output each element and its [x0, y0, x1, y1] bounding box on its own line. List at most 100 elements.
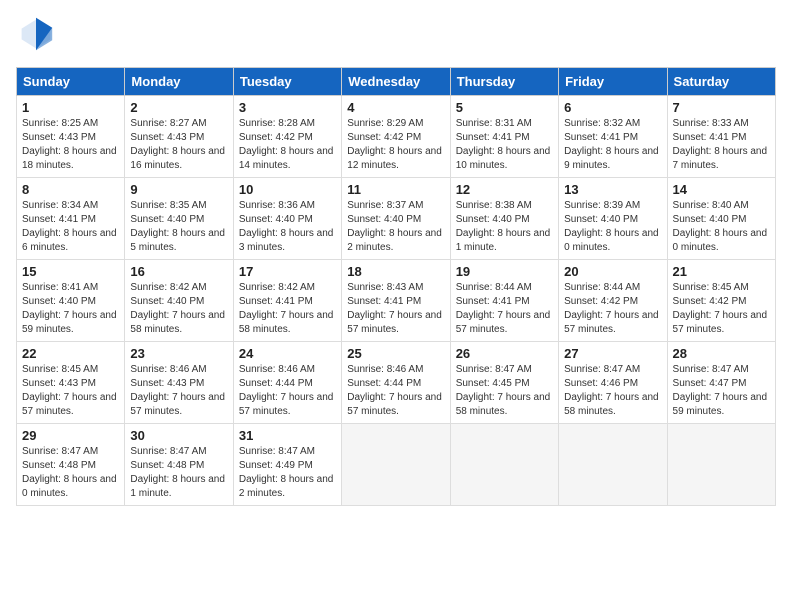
sunrise-label: Sunrise: 8:43 AM — [347, 282, 423, 293]
day-info: Sunrise: 8:45 AMSunset: 4:42 PMDaylight:… — [673, 281, 770, 337]
day-number: 22 — [22, 346, 119, 361]
sunset-label: Sunset: 4:40 PM — [22, 296, 96, 307]
sunset-label: Sunset: 4:41 PM — [239, 296, 313, 307]
day-number: 25 — [347, 346, 444, 361]
daylight-label: Daylight: 8 hours and 7 minutes. — [673, 146, 768, 171]
day-cell: 11Sunrise: 8:37 AMSunset: 4:40 PMDayligh… — [342, 178, 450, 260]
day-number: 24 — [239, 346, 336, 361]
day-cell: 7 Sunrise: 8:33 AMSunset: 4:41 PMDaylight… — [667, 96, 775, 178]
sunset-label: Sunset: 4:40 PM — [673, 214, 747, 225]
week-row-2: 8Sunrise: 8:34 AMSunset: 4:41 PMDaylight… — [17, 178, 776, 260]
sunset-label: Sunset: 4:43 PM — [130, 132, 204, 143]
sunrise-label: Sunrise: 8:44 AM — [564, 282, 640, 293]
weekday-header-saturday: Saturday — [667, 68, 775, 96]
day-number: 20 — [564, 264, 661, 279]
sunrise-label: Sunrise: 8:35 AM — [130, 200, 206, 211]
day-info: Sunrise: 8:35 AMSunset: 4:40 PMDaylight:… — [130, 199, 227, 255]
daylight-label: Daylight: 7 hours and 57 minutes. — [564, 310, 659, 335]
sunrise-label: Sunrise: 8:25 AM — [22, 118, 98, 129]
day-number: 31 — [239, 428, 336, 443]
day-cell: 31 Sunrise: 8:47 AMSunset: 4:49 PMDayligh… — [233, 424, 341, 506]
day-cell: 13Sunrise: 8:39 AMSunset: 4:40 PMDayligh… — [559, 178, 667, 260]
sunset-label: Sunset: 4:47 PM — [673, 378, 747, 389]
day-number: 7 — [673, 100, 770, 115]
daylight-label: Daylight: 7 hours and 57 minutes. — [347, 310, 442, 335]
daylight-label: Daylight: 8 hours and 12 minutes. — [347, 146, 442, 171]
sunset-label: Sunset: 4:40 PM — [239, 214, 313, 225]
daylight-label: Daylight: 8 hours and 2 minutes. — [347, 228, 442, 253]
day-number: 26 — [456, 346, 553, 361]
sunrise-label: Sunrise: 8:47 AM — [22, 446, 98, 457]
day-info: Sunrise: 8:43 AMSunset: 4:41 PMDaylight:… — [347, 281, 444, 337]
daylight-label: Daylight: 8 hours and 3 minutes. — [239, 228, 334, 253]
daylight-label: Daylight: 8 hours and 10 minutes. — [456, 146, 551, 171]
sunset-label: Sunset: 4:40 PM — [130, 214, 204, 225]
sunset-label: Sunset: 4:40 PM — [564, 214, 638, 225]
sunset-label: Sunset: 4:42 PM — [564, 296, 638, 307]
logo — [16, 16, 54, 57]
day-number: 23 — [130, 346, 227, 361]
sunrise-label: Sunrise: 8:46 AM — [347, 364, 423, 375]
day-info: Sunrise: 8:33 AMSunset: 4:41 PMDaylight:… — [673, 117, 770, 173]
day-info: Sunrise: 8:45 AMSunset: 4:43 PMDaylight:… — [22, 363, 119, 419]
day-number: 4 — [347, 100, 444, 115]
daylight-label: Daylight: 7 hours and 57 minutes. — [456, 310, 551, 335]
daylight-label: Daylight: 7 hours and 58 minutes. — [239, 310, 334, 335]
sunset-label: Sunset: 4:48 PM — [22, 460, 96, 471]
day-number: 13 — [564, 182, 661, 197]
daylight-label: Daylight: 8 hours and 0 minutes. — [22, 474, 117, 499]
daylight-label: Daylight: 8 hours and 16 minutes. — [130, 146, 225, 171]
sunrise-label: Sunrise: 8:31 AM — [456, 118, 532, 129]
day-cell: 14Sunrise: 8:40 AMSunset: 4:40 PMDayligh… — [667, 178, 775, 260]
daylight-label: Daylight: 7 hours and 57 minutes. — [130, 392, 225, 417]
day-cell — [559, 424, 667, 506]
sunrise-label: Sunrise: 8:28 AM — [239, 118, 315, 129]
daylight-label: Daylight: 8 hours and 18 minutes. — [22, 146, 117, 171]
daylight-label: Daylight: 8 hours and 0 minutes. — [673, 228, 768, 253]
sunset-label: Sunset: 4:43 PM — [22, 132, 96, 143]
day-number: 29 — [22, 428, 119, 443]
day-info: Sunrise: 8:47 AMSunset: 4:48 PMDaylight:… — [130, 445, 227, 501]
daylight-label: Daylight: 7 hours and 57 minutes. — [239, 392, 334, 417]
day-number: 15 — [22, 264, 119, 279]
sunrise-label: Sunrise: 8:41 AM — [22, 282, 98, 293]
day-info: Sunrise: 8:44 AM Sunset: 4:42 PM Daylight:… — [564, 281, 661, 337]
daylight-label: Daylight: 7 hours and 57 minutes. — [22, 392, 117, 417]
day-info: Sunrise: 8:47 AMSunset: 4:49 PMDaylight:… — [239, 445, 336, 501]
daylight-label: Daylight: 7 hours and 58 minutes. — [130, 310, 225, 335]
day-cell: 2 Sunrise: 8:27 AMSunset: 4:43 PMDaylight… — [125, 96, 233, 178]
day-info: Sunrise: 8:46 AMSunset: 4:43 PMDaylight:… — [130, 363, 227, 419]
day-info: Sunrise: 8:47 AM Sunset: 4:48 PM Daylight:… — [22, 445, 119, 501]
day-cell: 3Sunrise: 8:28 AMSunset: 4:42 PMDaylight… — [233, 96, 341, 178]
sunrise-label: Sunrise: 8:33 AM — [673, 118, 749, 129]
day-info: Sunrise: 8:36 AMSunset: 4:40 PMDaylight:… — [239, 199, 336, 255]
day-cell: 17Sunrise: 8:42 AMSunset: 4:41 PMDayligh… — [233, 260, 341, 342]
weekday-header-wednesday: Wednesday — [342, 68, 450, 96]
sunset-label: Sunset: 4:41 PM — [456, 132, 530, 143]
day-number: 19 — [456, 264, 553, 279]
sunrise-label: Sunrise: 8:46 AM — [239, 364, 315, 375]
day-info: Sunrise: 8:41 AMSunset: 4:40 PMDaylight:… — [22, 281, 119, 337]
day-cell: 30Sunrise: 8:47 AMSunset: 4:48 PMDayligh… — [125, 424, 233, 506]
sunrise-label: Sunrise: 8:34 AM — [22, 200, 98, 211]
day-number: 17 — [239, 264, 336, 279]
sunset-label: Sunset: 4:40 PM — [130, 296, 204, 307]
sunset-label: Sunset: 4:41 PM — [22, 214, 96, 225]
day-number: 12 — [456, 182, 553, 197]
day-cell: 19Sunrise: 8:44 AMSunset: 4:41 PMDayligh… — [450, 260, 558, 342]
sunrise-label: Sunrise: 8:46 AM — [130, 364, 206, 375]
day-number: 5 — [456, 100, 553, 115]
day-cell: 18Sunrise: 8:43 AMSunset: 4:41 PMDayligh… — [342, 260, 450, 342]
day-number: 2 — [130, 100, 227, 115]
sunset-label: Sunset: 4:41 PM — [564, 132, 638, 143]
day-info: Sunrise: 8:27 AMSunset: 4:43 PMDaylight:… — [130, 117, 227, 173]
daylight-label: Daylight: 8 hours and 14 minutes. — [239, 146, 334, 171]
day-number: 28 — [673, 346, 770, 361]
day-cell: 9Sunrise: 8:35 AMSunset: 4:40 PMDaylight… — [125, 178, 233, 260]
sunset-label: Sunset: 4:48 PM — [130, 460, 204, 471]
daylight-label: Daylight: 7 hours and 58 minutes. — [564, 392, 659, 417]
sunset-label: Sunset: 4:46 PM — [564, 378, 638, 389]
sunrise-label: Sunrise: 8:45 AM — [22, 364, 98, 375]
sunset-label: Sunset: 4:44 PM — [347, 378, 421, 389]
daylight-label: Daylight: 7 hours and 57 minutes. — [347, 392, 442, 417]
